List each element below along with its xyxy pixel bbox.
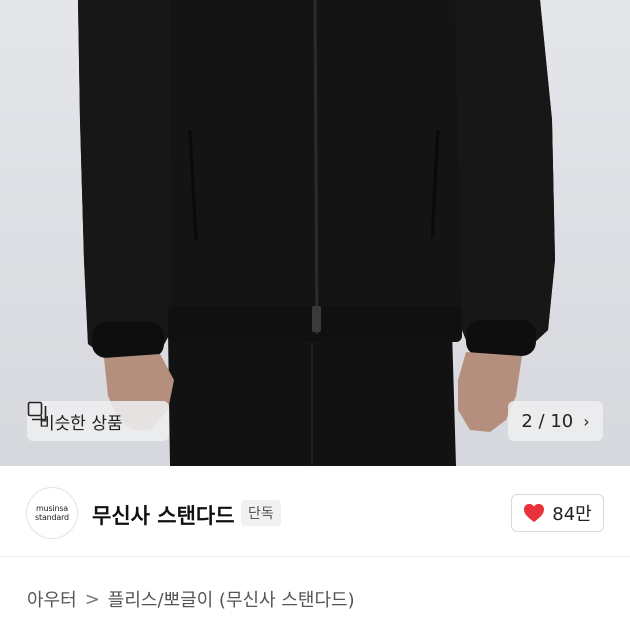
exclusive-badge: 단독 bbox=[241, 500, 281, 526]
breadcrumb-item-fleece[interactable]: 플리스/뽀글이 (무신사 스탠다드) bbox=[108, 586, 355, 612]
brand-row: musinsa standard 무신사 스탠다드 단독 84만 bbox=[0, 466, 630, 566]
heart-icon bbox=[524, 503, 545, 523]
breadcrumb: 아우터 > 플리스/뽀글이 (무신사 스탠다드) bbox=[27, 585, 355, 613]
brand-logo[interactable]: musinsa standard bbox=[26, 487, 78, 539]
image-counter-button[interactable]: 2 / 10 › bbox=[508, 401, 603, 441]
similar-items-icon bbox=[27, 401, 47, 421]
similar-items-button[interactable]: 비슷한 상품 bbox=[27, 401, 169, 441]
divider bbox=[0, 556, 630, 557]
product-image[interactable]: 비슷한 상품 2 / 10 › bbox=[0, 0, 630, 466]
like-button[interactable]: 84만 bbox=[511, 494, 604, 532]
brand-logo-line1: musinsa bbox=[36, 504, 68, 513]
product-photo bbox=[78, 0, 555, 466]
image-counter-label: 2 / 10 bbox=[521, 410, 574, 432]
breadcrumb-separator: > bbox=[84, 588, 100, 610]
chevron-right-icon: › bbox=[583, 411, 590, 431]
brand-logo-line2: standard bbox=[35, 513, 69, 522]
breadcrumb-item-outer[interactable]: 아우터 bbox=[27, 586, 77, 612]
similar-items-label: 비슷한 상품 bbox=[39, 413, 123, 434]
brand-name-link[interactable]: 무신사 스탠다드 bbox=[92, 500, 235, 530]
like-count: 84만 bbox=[552, 504, 592, 525]
